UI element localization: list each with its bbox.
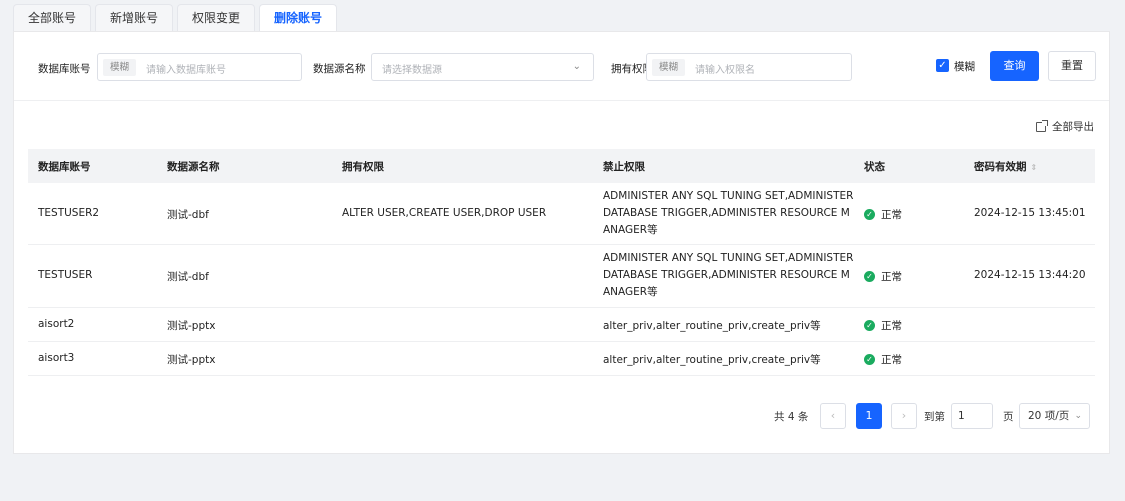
goto-label: 到第 <box>924 411 945 423</box>
cell-status: ✓ 正常 <box>864 269 902 284</box>
cell-status: ✓ 正常 <box>864 352 902 367</box>
account-placeholder: 请输入数据库账号 <box>146 65 226 76</box>
table-row: TESTUSER2 测试-dbf ALTER USER,CREATE USER,… <box>28 183 1095 245</box>
cell-datasource: 测试-pptx <box>167 354 216 366</box>
pagination: 共 4 条 ‹ 1 › 到第 1 页 20 项/页 ⌄ <box>14 403 1109 429</box>
export-all-label: 全部导出 <box>1052 121 1094 133</box>
status-text: 正常 <box>881 271 902 283</box>
table-row: TESTUSER 测试-dbf ADMINISTER ANY SQL TUNIN… <box>28 245 1095 308</box>
export-all-button[interactable]: 全部导出 <box>1036 119 1094 134</box>
tab-all-accounts[interactable]: 全部账号 <box>13 4 92 32</box>
datasource-placeholder: 请选择数据源 <box>382 65 442 76</box>
account-match-mode[interactable]: 模糊 <box>103 59 137 76</box>
column-header-status: 状态 <box>864 161 885 173</box>
cell-denied: alter_priv,alter_routine_priv,create_pri… <box>603 320 821 332</box>
fuzzy-checkbox[interactable]: ✓ <box>936 59 949 72</box>
chevron-down-icon: ⌄ <box>572 61 581 72</box>
cell-account: TESTUSER2 <box>38 207 100 219</box>
query-button[interactable]: 查询 <box>990 51 1039 81</box>
status-text: 正常 <box>881 320 902 332</box>
cell-account: aisort2 <box>38 318 75 330</box>
tab-bar: 全部账号 新增账号 权限变更 删除账号 <box>13 4 338 32</box>
check-circle-icon: ✓ <box>864 320 875 331</box>
table-header: 数据库账号 数据源名称 拥有权限 禁止权限 状态 密码有效期 ⇕ <box>28 149 1095 183</box>
status-text: 正常 <box>881 209 902 221</box>
account-search-input[interactable]: 模糊 请输入数据库账号 <box>97 53 302 81</box>
tab-permission-changes[interactable]: 权限变更 <box>177 4 256 32</box>
pagination-total: 共 4 条 <box>774 411 809 423</box>
cell-denied: ADMINISTER ANY SQL TUNING SET,ADMINISTER… <box>603 190 854 236</box>
datasource-filter-label: 数据源名称 <box>313 63 366 75</box>
column-header-datasource: 数据源名称 <box>167 161 220 173</box>
check-circle-icon: ✓ <box>864 354 875 365</box>
page-size-select[interactable]: 20 项/页 ⌄ <box>1019 403 1090 429</box>
column-header-denied: 禁止权限 <box>603 161 645 173</box>
table-row: aisort2 测试-pptx alter_priv,alter_routine… <box>28 308 1095 342</box>
cell-datasource: 测试-dbf <box>167 209 209 221</box>
cell-expiry: 2024-12-15 13:44:20 <box>974 269 1086 281</box>
sort-icon[interactable]: ⇕ <box>1031 163 1038 172</box>
account-filter-label: 数据库账号 <box>38 63 91 75</box>
column-header-granted: 拥有权限 <box>342 161 384 173</box>
cell-denied: alter_priv,alter_routine_priv,create_pri… <box>603 354 821 366</box>
check-circle-icon: ✓ <box>864 209 875 220</box>
cell-account: TESTUSER <box>38 269 93 281</box>
cell-status: ✓ 正常 <box>864 318 902 333</box>
filter-bar: 数据库账号 模糊 请输入数据库账号 数据源名称 请选择数据源 ⌄ 拥有权限 模糊… <box>14 32 1109 101</box>
datasource-select[interactable]: 请选择数据源 ⌄ <box>371 53 594 81</box>
privilege-match-mode[interactable]: 模糊 <box>652 59 686 76</box>
privilege-search-input[interactable]: 模糊 请输入权限名 <box>646 53 852 81</box>
cell-expiry: 2024-12-15 13:45:01 <box>974 207 1086 219</box>
export-icon <box>1036 119 1048 132</box>
column-header-expiry-label: 密码有效期 <box>974 161 1027 173</box>
page-unit-label: 页 <box>1003 411 1014 423</box>
cell-status: ✓ 正常 <box>864 207 902 222</box>
tab-deleted-accounts[interactable]: 删除账号 <box>259 4 338 32</box>
cell-datasource: 测试-pptx <box>167 320 216 332</box>
cell-account: aisort3 <box>38 352 75 364</box>
chevron-down-icon: ⌄ <box>1074 411 1082 421</box>
cell-granted: ALTER USER,CREATE USER,DROP USER <box>342 207 547 219</box>
prev-page-button[interactable]: ‹ <box>820 403 846 429</box>
page-1-button[interactable]: 1 <box>856 403 882 429</box>
main-panel: 数据库账号 模糊 请输入数据库账号 数据源名称 请选择数据源 ⌄ 拥有权限 模糊… <box>13 31 1110 454</box>
cell-datasource: 测试-dbf <box>167 271 209 283</box>
status-text: 正常 <box>881 354 902 366</box>
next-page-button[interactable]: › <box>891 403 917 429</box>
column-header-expiry[interactable]: 密码有效期 ⇕ <box>974 159 1037 174</box>
cell-denied: ADMINISTER ANY SQL TUNING SET,ADMINISTER… <box>603 252 854 298</box>
table-row: aisort3 测试-pptx alter_priv,alter_routine… <box>28 342 1095 376</box>
reset-button[interactable]: 重置 <box>1048 51 1096 81</box>
check-circle-icon: ✓ <box>864 271 875 282</box>
goto-page-input[interactable]: 1 <box>951 403 993 429</box>
page-size-value: 20 项/页 <box>1028 410 1070 422</box>
tab-new-accounts[interactable]: 新增账号 <box>95 4 174 32</box>
accounts-table: 数据库账号 数据源名称 拥有权限 禁止权限 状态 密码有效期 ⇕ TESTUSER… <box>28 149 1095 376</box>
column-header-account: 数据库账号 <box>38 161 91 173</box>
fuzzy-checkbox-label[interactable]: 模糊 <box>954 59 975 74</box>
privilege-placeholder: 请输入权限名 <box>695 65 755 76</box>
